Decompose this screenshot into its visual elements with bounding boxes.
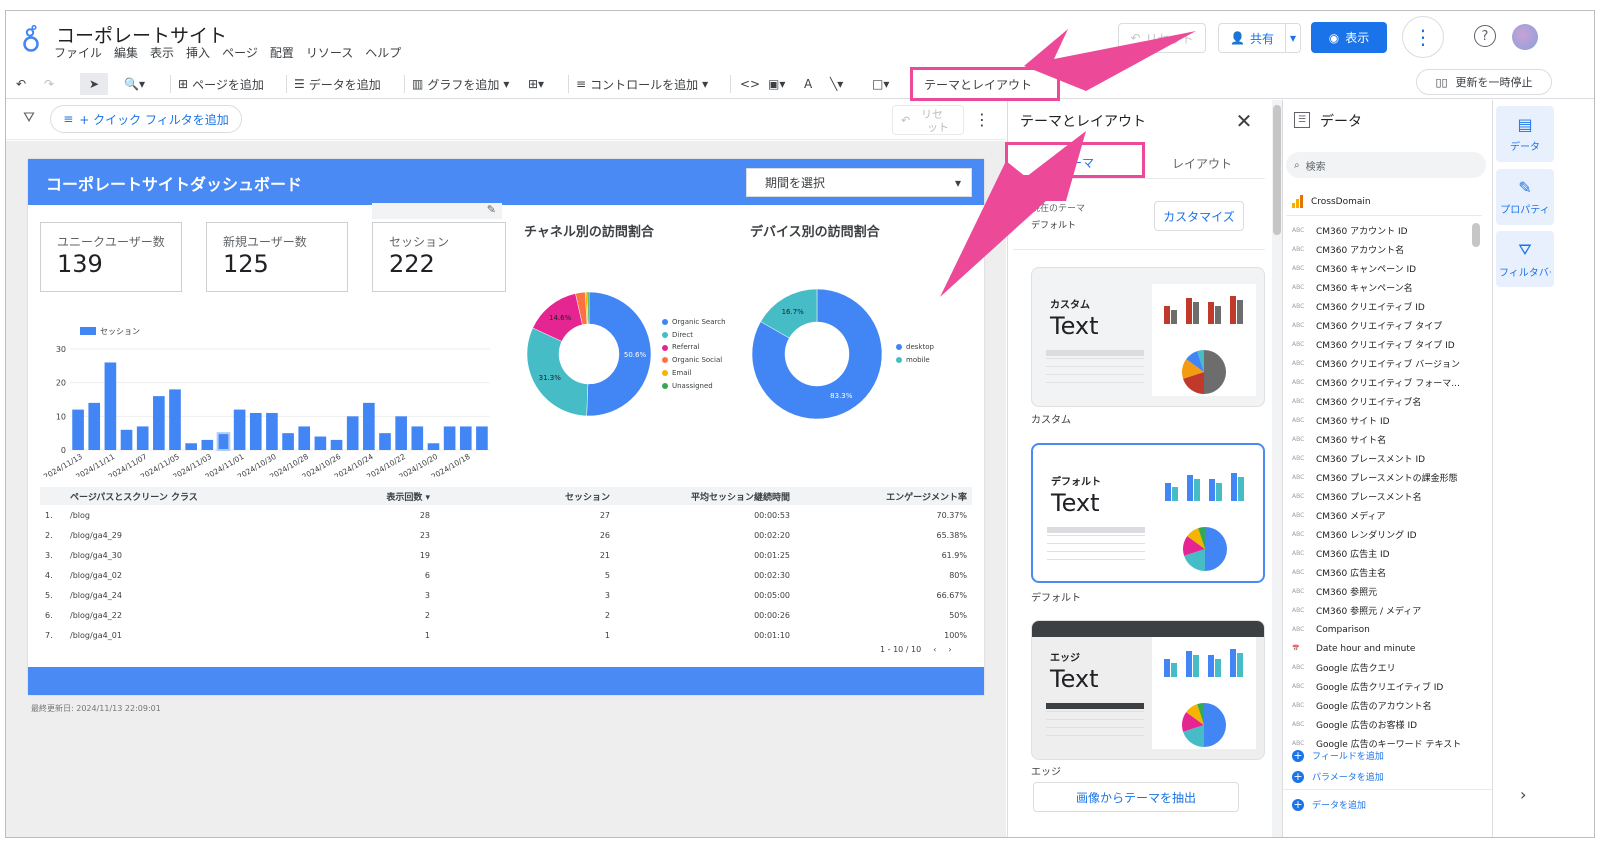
arrow-to-theme-tab	[940, 131, 1086, 297]
annotation-arrows	[940, 29, 1196, 297]
arrow-to-theme-button	[1024, 29, 1196, 91]
